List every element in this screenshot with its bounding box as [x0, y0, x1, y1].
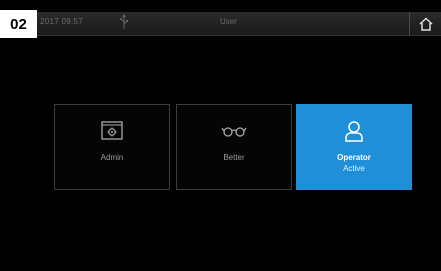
home-button[interactable] [410, 12, 441, 36]
tile-better-label: Better [223, 153, 245, 162]
login-screen: 02 2017 09:57 User Admin Better Operator… [0, 0, 441, 271]
glasses-icon [221, 119, 247, 143]
usb-icon [119, 14, 129, 30]
figure-badge: 02 [0, 10, 37, 38]
status-datetime: 2017 09:57 [40, 17, 84, 26]
tile-operator[interactable]: Operator Active [296, 104, 412, 190]
tile-admin-label: Admin [100, 153, 124, 162]
tile-operator-status: Active [343, 164, 365, 173]
status-user: User [220, 17, 237, 26]
tile-better[interactable]: Better [176, 104, 292, 190]
home-icon [418, 17, 433, 31]
tile-operator-label: Operator [337, 153, 371, 162]
settings-screen-icon [101, 119, 123, 143]
user-icon [344, 119, 364, 143]
tile-admin[interactable]: Admin [54, 104, 170, 190]
